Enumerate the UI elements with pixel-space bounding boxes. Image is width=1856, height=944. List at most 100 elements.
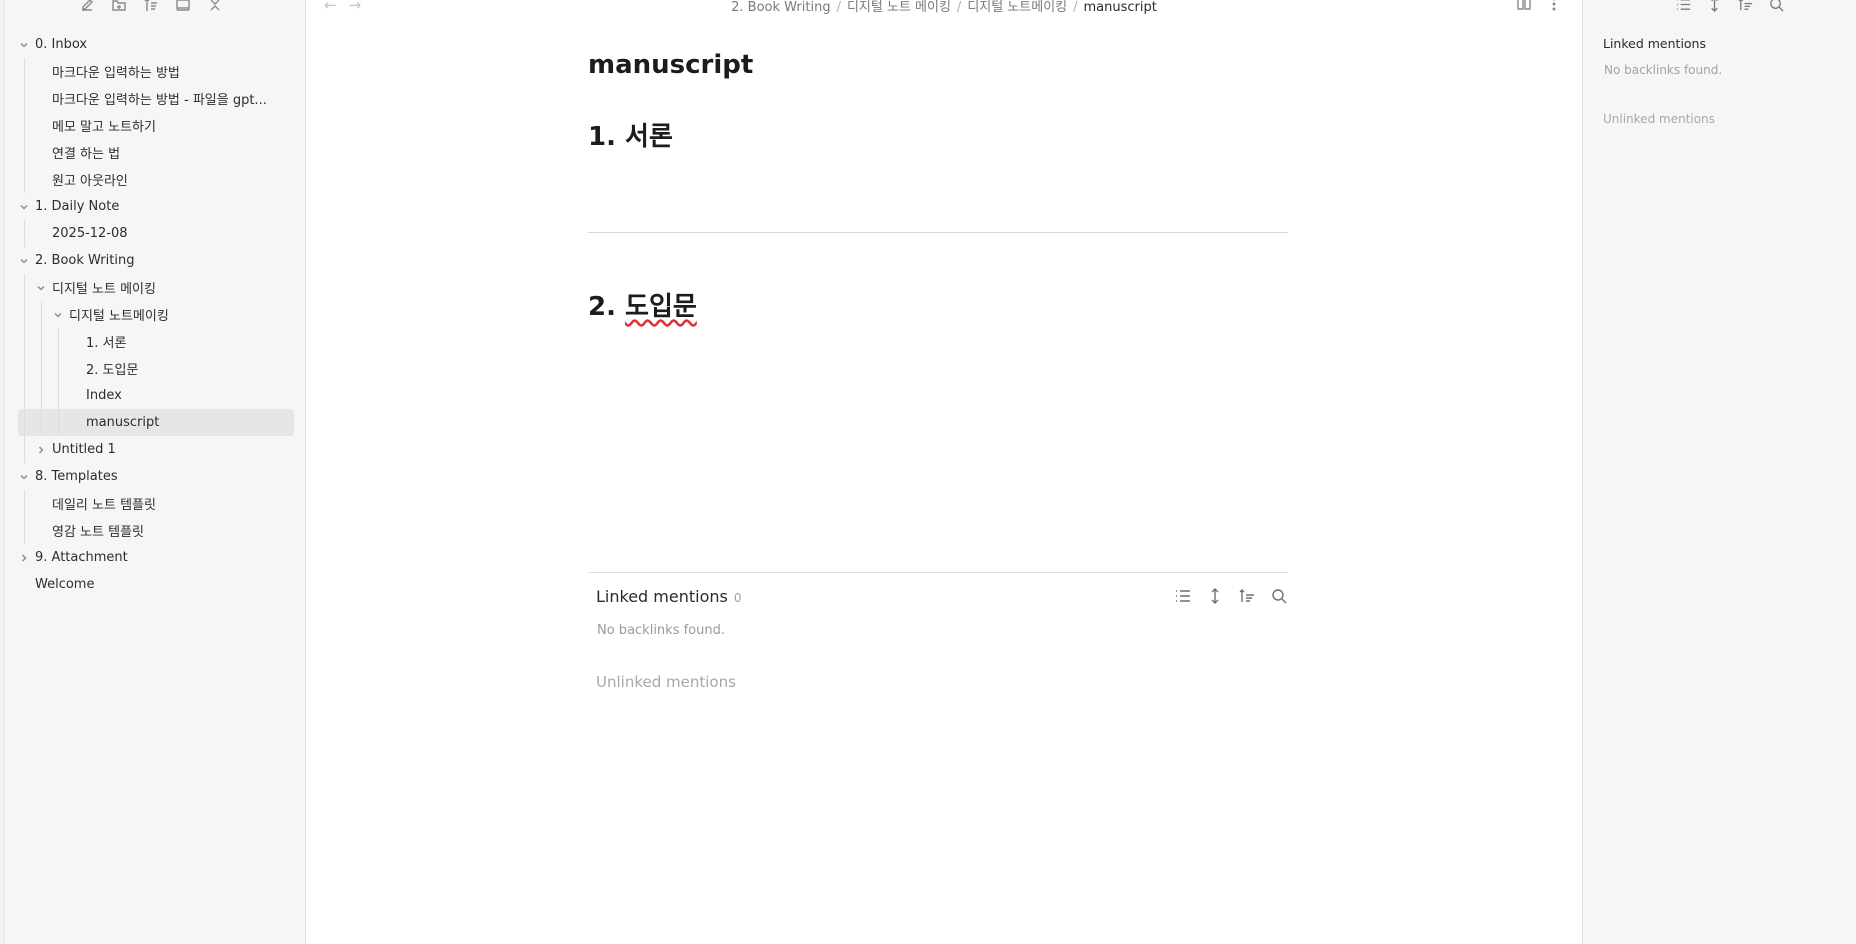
reading-view-icon[interactable] (1516, 0, 1532, 16)
tree-file[interactable]: Index (18, 382, 294, 409)
sort-icon[interactable] (142, 0, 160, 14)
tree-folder[interactable]: 0. Inbox (18, 31, 294, 58)
chevron-right-icon[interactable] (18, 552, 30, 564)
spellcheck-word[interactable]: 도입문 (625, 292, 697, 322)
indent-guide (24, 58, 25, 193)
tree-item-label: 데일리 노트 템플릿 (52, 498, 156, 513)
new-folder-icon[interactable] (110, 0, 128, 14)
file-tree: 0. Inbox 마크다운 입력하는 방법마크다운 입력하는 방법 - 파일을 g… (18, 31, 294, 598)
tree-file[interactable]: 데일리 노트 템플릿 (18, 490, 294, 517)
tree-file[interactable]: Welcome (18, 571, 294, 598)
tree-file[interactable]: 연결 하는 법 (18, 139, 294, 166)
tree-file[interactable]: manuscript (18, 409, 294, 436)
unlinked-mentions-header[interactable]: Unlinked mentions (596, 673, 736, 691)
breadcrumb-item[interactable]: 디지털 노트메이킹 (967, 0, 1067, 15)
tree-item-label: manuscript (86, 415, 160, 430)
linked-mentions-title: Linked mentions (596, 587, 728, 606)
indent-guide (41, 301, 42, 436)
tree-item-label: 0. Inbox (35, 37, 88, 52)
file-explorer-sidebar: 0. Inbox 마크다운 입력하는 방법마크다운 입력하는 방법 - 파일을 g… (0, 0, 306, 944)
tree-item-label: Welcome (35, 577, 95, 592)
collapse-all-icon[interactable] (206, 0, 224, 14)
ribbon-edge (0, 0, 5, 944)
tree-folder[interactable]: Untitled 1 (18, 436, 294, 463)
indent-guide (24, 490, 25, 544)
collapse-panel-icon[interactable] (174, 0, 192, 14)
tree-file[interactable]: 2025-12-08 (18, 220, 294, 247)
breadcrumb: 2. Book Writing / 디지털 노트 메이킹 / 디지털 노트메이킹 / man… (731, 0, 1157, 15)
linked-mentions-title[interactable]: Linked mentions (1603, 36, 1706, 51)
tree-file[interactable]: 1. 서론 (18, 328, 294, 355)
new-note-icon[interactable] (78, 0, 96, 14)
more-options-icon[interactable] (1546, 0, 1562, 16)
tree-item-label: Index (86, 388, 122, 403)
tree-file[interactable]: 마크다운 입력하는 방법 - 파일을 gpt... (18, 85, 294, 112)
horizontal-rule (588, 232, 1288, 233)
tree-file[interactable]: 2. 도입문 (18, 355, 294, 382)
chevron-down-icon[interactable] (18, 255, 30, 267)
tree-item-label: 디지털 노트 메이킹 (52, 282, 156, 297)
tree-item-label: 마크다운 입력하는 방법 (52, 66, 180, 81)
sort-icon[interactable] (1737, 0, 1754, 17)
chevron-down-icon[interactable] (52, 309, 64, 321)
chevron-down-icon[interactable] (18, 471, 30, 483)
backlinks-sidebar-actions (1675, 0, 1785, 17)
indent-guide (24, 274, 25, 463)
backlinks-panel: Linked mentions 0 No backlinks found. Unl… (588, 572, 1288, 691)
tree-item-label: 마크다운 입력하는 방법 - 파일을 gpt... (52, 93, 267, 108)
indent-guide (24, 220, 25, 247)
view-actions (1516, 0, 1562, 16)
tree-folder[interactable]: 2. Book Writing (18, 247, 294, 274)
tree-item-label: 1. Daily Note (35, 199, 120, 214)
tree-item-label: 연결 하는 법 (52, 147, 121, 162)
tree-item-label: 영감 노트 템플릿 (52, 525, 144, 540)
page-title[interactable]: manuscript (588, 50, 1288, 98)
tree-folder[interactable]: 디지털 노트 메이킹 (18, 274, 294, 301)
editor-pane: ← → 2. Book Writing / 디지털 노트 메이킹 / 디지털 노트메이킹… (306, 0, 1582, 944)
heading-number: 2. (588, 292, 626, 322)
chevron-down-icon[interactable] (35, 282, 47, 294)
breadcrumb-item[interactable]: 디지털 노트 메이킹 (847, 0, 951, 15)
backlinks-actions (1174, 587, 1288, 609)
expand-icon[interactable] (1706, 0, 1723, 17)
search-icon[interactable] (1768, 0, 1785, 17)
tree-item-label: 1. 서론 (86, 336, 127, 351)
indent-guide (58, 328, 59, 436)
tree-folder[interactable]: 디지털 노트메이킹 (18, 301, 294, 328)
sort-icon[interactable] (1238, 587, 1256, 609)
no-backlinks-text: No backlinks found. (597, 623, 725, 638)
list-view-icon[interactable] (1174, 587, 1192, 609)
breadcrumb-item[interactable]: 2. Book Writing (731, 0, 830, 15)
linked-mentions-count: 0 (733, 591, 742, 605)
tree-file[interactable]: 메모 말고 노트하기 (18, 112, 294, 139)
tree-item-label: 디지털 노트메이킹 (69, 309, 169, 324)
heading-introduction[interactable]: 2. 도입문 (588, 286, 697, 323)
tree-item-label: 2025-12-08 (52, 226, 128, 241)
tree-item-label: 메모 말고 노트하기 (52, 120, 156, 135)
tree-folder[interactable]: 1. Daily Note (18, 193, 294, 220)
tree-item-label: 원고 아웃라인 (52, 174, 128, 189)
list-view-icon[interactable] (1675, 0, 1692, 17)
tree-folder[interactable]: 8. Templates (18, 463, 294, 490)
tree-item-label: 2. 도입문 (86, 363, 139, 378)
file-explorer-toolbar (78, 0, 224, 16)
tree-folder[interactable]: 9. Attachment (18, 544, 294, 571)
unlinked-mentions-title[interactable]: Unlinked mentions (1603, 112, 1715, 126)
tree-item-label: 9. Attachment (35, 550, 128, 565)
chevron-down-icon[interactable] (18, 39, 30, 51)
expand-icon[interactable] (1206, 587, 1224, 609)
heading-intro[interactable]: 1. 서론 (588, 116, 673, 153)
tree-item-label: Untitled 1 (52, 442, 116, 457)
backlinks-sidebar: Linked mentions No backlinks found. Unli… (1582, 0, 1856, 944)
chevron-down-icon[interactable] (18, 201, 30, 213)
chevron-right-icon[interactable] (35, 444, 47, 456)
breadcrumb-current[interactable]: manuscript (1084, 0, 1157, 15)
no-backlinks-text: No backlinks found. (1604, 63, 1723, 77)
document-body[interactable]: manuscript 1. 서론 2. 도입문 (588, 50, 1288, 322)
tree-item-label: 8. Templates (35, 469, 118, 484)
tree-file[interactable]: 마크다운 입력하는 방법 (18, 58, 294, 85)
linked-mentions-header[interactable]: Linked mentions 0 (596, 587, 741, 606)
tree-file[interactable]: 원고 아웃라인 (18, 166, 294, 193)
search-icon[interactable] (1270, 587, 1288, 609)
tree-file[interactable]: 영감 노트 템플릿 (18, 517, 294, 544)
